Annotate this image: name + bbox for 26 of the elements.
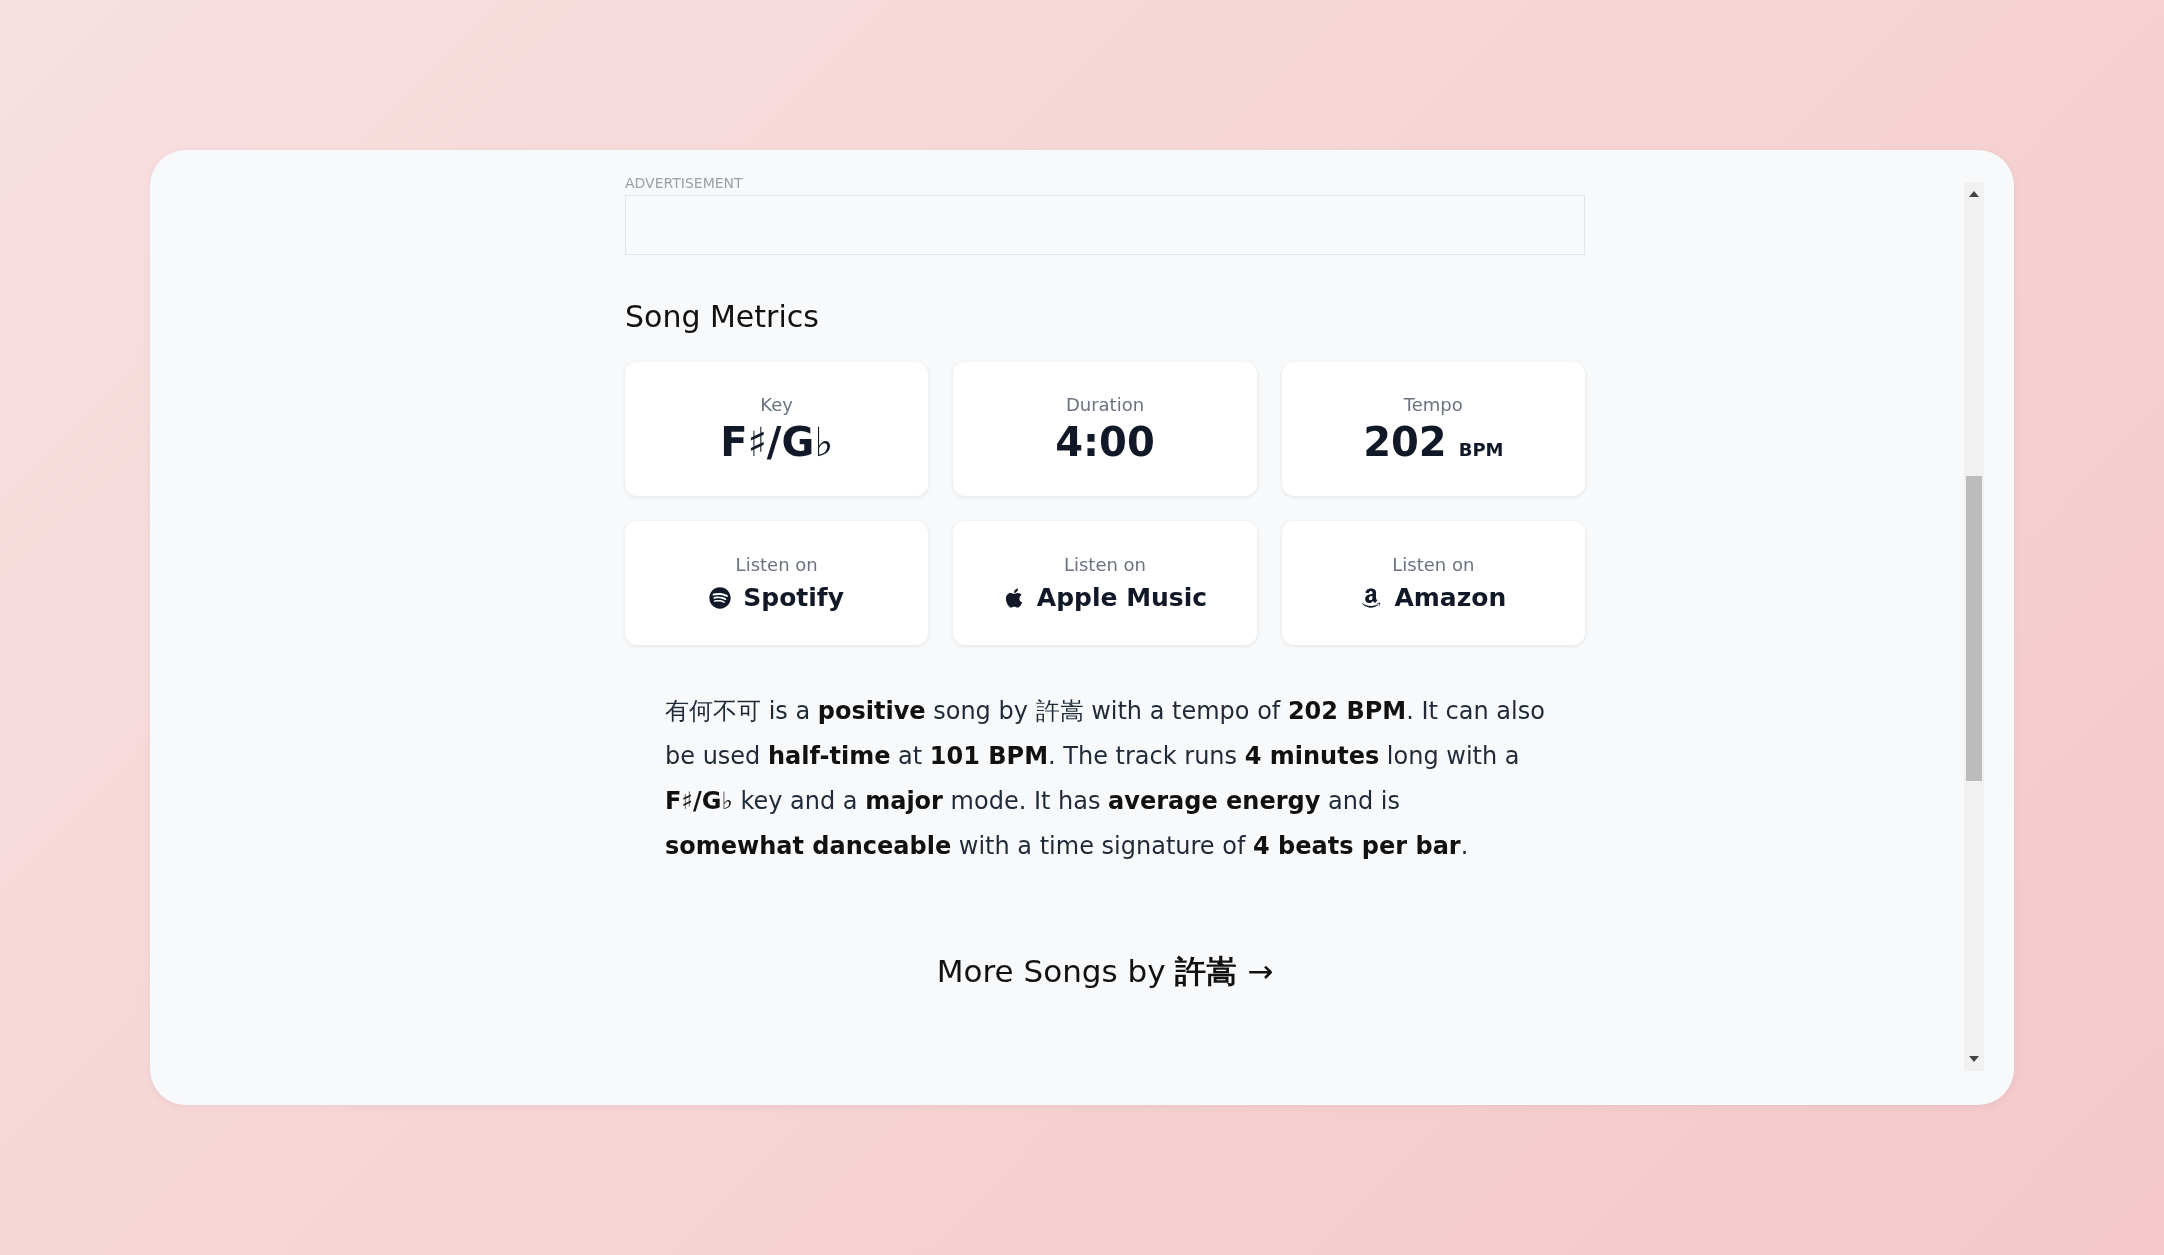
amazon-icon	[1360, 586, 1383, 609]
scroll-thumb[interactable]	[1966, 476, 1982, 781]
scroll-down-icon[interactable]	[1968, 1055, 1980, 1063]
metric-label: Key	[760, 393, 793, 415]
listen-label: Listen on	[1392, 554, 1475, 575]
scrollbar[interactable]	[1964, 182, 1984, 1071]
service-name: Apple Music	[1036, 583, 1208, 612]
listen-link[interactable]: Listen on Apple Music	[953, 521, 1257, 645]
scroll-up-icon[interactable]	[1968, 190, 1980, 198]
section-title: Song Metrics	[625, 299, 819, 334]
song-description: 有何不可 is a positive song by 許嵩 with a tempo of 202 BPM. It can also be used half-time at 101 BPM. The track runs 4 minutes long with a F♯/G♭ key and a major mode. It has average energy and is somewhat danceable with a time signature of 4 beats per bar.	[665, 696, 1545, 862]
listen-label: Listen on	[1063, 554, 1147, 575]
metric-value: 4:00	[1055, 418, 1155, 465]
more-songs-link[interactable]: More Songs by 許嵩 →	[936, 951, 1274, 993]
metric-label: Duration	[1065, 393, 1145, 415]
metric-unit: BPM	[1458, 438, 1504, 460]
metric-label: Tempo	[1403, 393, 1463, 415]
metric-value: 202	[1363, 418, 1447, 465]
spotify-icon	[709, 586, 732, 609]
service-name: Spotify	[743, 583, 845, 612]
listen-link[interactable]: Listen on Spotify	[625, 521, 929, 645]
ad-label: ADVERTISEMENT	[625, 175, 743, 191]
listen-link[interactable]: Listen on Amazon	[1281, 521, 1585, 645]
listen-label: Listen on	[735, 554, 818, 575]
metric-value: F♯/G♭	[720, 418, 834, 465]
service-name: Amazon	[1394, 583, 1507, 612]
